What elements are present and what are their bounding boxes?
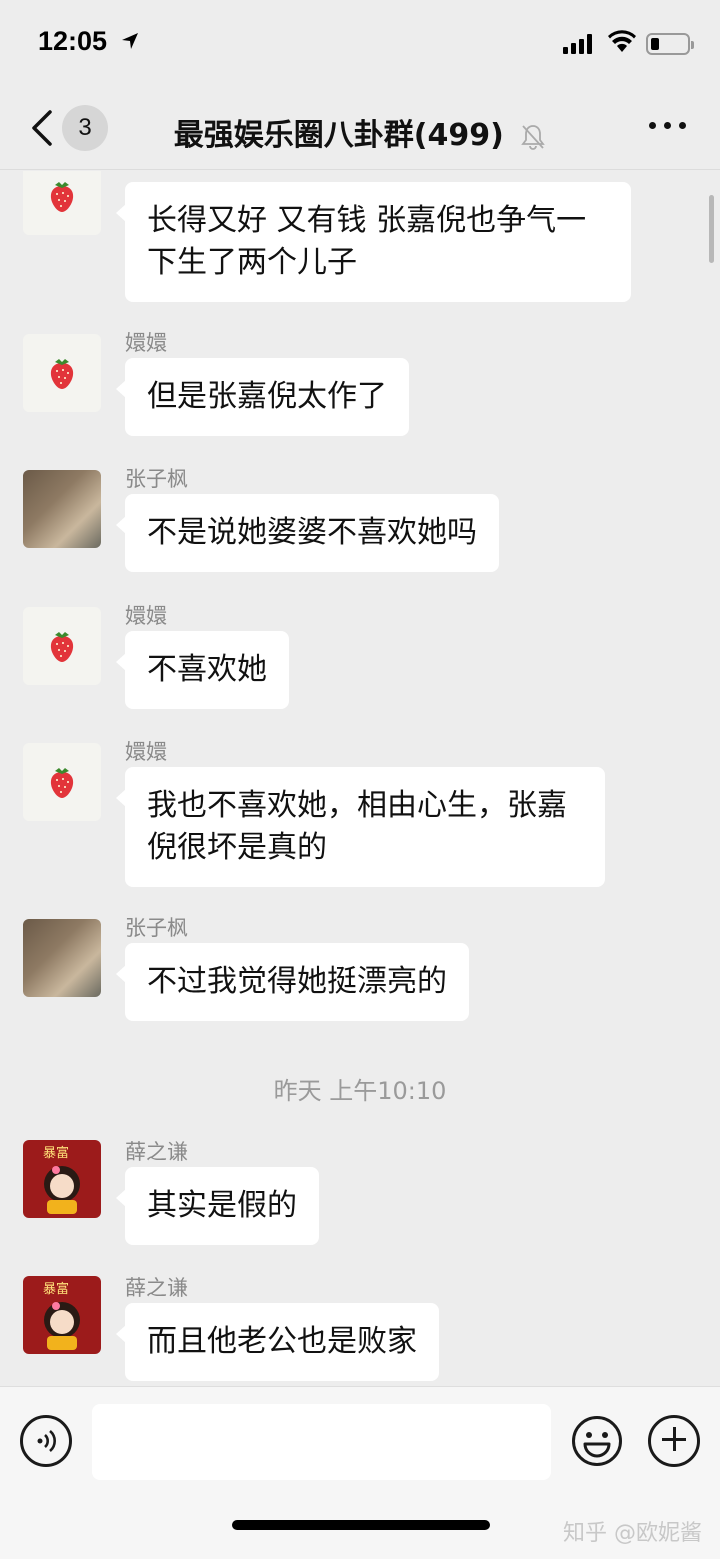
sender-name: 嬛嬛 [125, 740, 167, 764]
status-bar: 12:05 [0, 0, 720, 88]
strawberry-icon [50, 359, 74, 389]
message-bubble[interactable]: 不是说她婆婆不喜欢她吗 [116, 494, 499, 572]
input-bar: 知乎 @欧妮酱 [0, 1386, 720, 1559]
avatar[interactable] [23, 743, 101, 821]
message-bubble[interactable]: 不过我觉得她挺漂亮的 [116, 943, 469, 1021]
sender-name: 薛之谦 [125, 1140, 188, 1164]
bell-slash-icon [521, 124, 546, 150]
message-bubble[interactable]: 但是张嘉倪太作了 [116, 358, 409, 436]
strawberry-icon [50, 768, 74, 798]
ellipsis-icon[interactable] [649, 122, 686, 129]
avatar[interactable] [23, 334, 101, 412]
location-arrow-icon [122, 33, 138, 49]
plus-icon[interactable] [648, 1415, 700, 1467]
sender-name: 张子枫 [125, 916, 188, 940]
sender-name: 薛之谦 [125, 1276, 188, 1300]
chat-header: 3 最强娱乐圈八卦群(499) [0, 88, 720, 170]
sender-name: 嬛嬛 [125, 604, 167, 628]
voice-icon[interactable] [20, 1415, 72, 1467]
message-bubble[interactable]: 我也不喜欢她，相由心生，张嘉倪很坏是真的 [116, 767, 605, 887]
message-bubble[interactable]: 而且他老公也是败家 [116, 1303, 439, 1381]
watermark: 知乎 @欧妮酱 [563, 1521, 702, 1546]
strawberry-icon [50, 182, 74, 212]
signal-icon [563, 34, 592, 54]
avatar[interactable] [23, 470, 101, 548]
group-name: 最强娱乐圈八卦群(499) [173, 118, 504, 153]
status-time: 12:05 [38, 26, 108, 56]
message-bubble[interactable]: 其实是假的 [116, 1167, 319, 1245]
message-timestamp: 昨天 上午10:10 [273, 1077, 447, 1105]
avatar[interactable] [23, 607, 101, 685]
message-input[interactable] [92, 1404, 551, 1480]
message-bubble[interactable]: 长得又好 又有钱 张嘉倪也争气一下生了两个儿子 [116, 182, 631, 302]
battery-icon [646, 33, 694, 55]
message-bubble[interactable]: 不喜欢她 [116, 631, 289, 709]
scrollbar[interactable] [709, 195, 714, 263]
avatar-caption: 暴富 [43, 1282, 70, 1297]
home-indicator[interactable] [232, 1520, 490, 1530]
avatar[interactable]: 暴富 [23, 1140, 101, 1218]
avatar[interactable]: 暴富 [23, 1276, 101, 1354]
sender-name: 嬛嬛 [125, 331, 167, 355]
avatar-caption: 暴富 [43, 1146, 70, 1161]
wifi-icon [608, 30, 636, 52]
message-list[interactable]: 长得又好 又有钱 张嘉倪也争气一下生了两个儿子 嬛嬛 但是张嘉倪太作了 张子枫 … [0, 171, 720, 1386]
avatar[interactable] [23, 919, 101, 997]
avatar[interactable] [23, 171, 101, 235]
chat-title: 最强娱乐圈八卦群(499) [0, 110, 720, 154]
strawberry-icon [50, 632, 74, 662]
sender-name: 张子枫 [125, 467, 188, 491]
smile-icon[interactable] [571, 1415, 623, 1467]
